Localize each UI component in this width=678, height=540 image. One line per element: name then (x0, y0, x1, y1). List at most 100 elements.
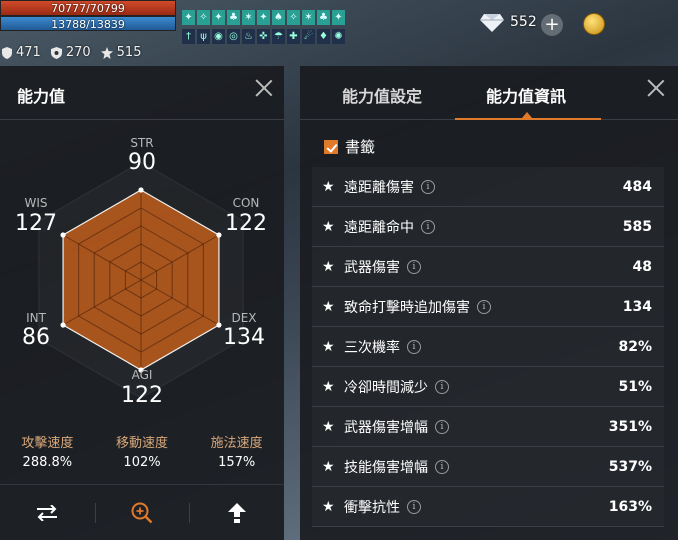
buff-icon[interactable]: ☄ (302, 29, 315, 44)
stat-value: 163% (608, 498, 652, 515)
tab-stat-settings[interactable]: 能力值設定 (342, 83, 422, 107)
stat-name: 遠距離命中 (344, 219, 414, 236)
stat-row[interactable]: ★ 遠距離傷害 i 484 (312, 167, 664, 207)
star-icon[interactable]: ★ (322, 379, 344, 395)
attr-label-str: STR (130, 136, 154, 150)
hud-stat-ac: 471 (2, 45, 41, 60)
info-icon[interactable]: i (421, 179, 435, 194)
info-icon[interactable]: i (407, 259, 421, 274)
stat-row[interactable]: ★ 致命打擊時追加傷害 i 134 (312, 287, 664, 327)
stat-row[interactable]: ★ 遠距離命中 i 585 (312, 207, 664, 247)
info-icon[interactable]: i (407, 499, 421, 514)
stats-list: ★ 遠距離傷害 i 484 ★ 遠距離命中 i 585 ★ 武器傷害 i 48 ★ 致命打擊時追加傷… (312, 167, 664, 527)
stat-row[interactable]: ★ 武器傷害增幅 i 351% (312, 407, 664, 447)
hud-stat-value: 270 (65, 45, 91, 60)
stats-panel: 能力值 STR 90 CON 122 DEX 134 AGI 122 INT 8… (0, 66, 284, 540)
buff-icon[interactable]: ♣ (227, 10, 240, 25)
tab-stat-info[interactable]: 能力值資訊 (486, 83, 566, 107)
zoom-in-icon (131, 502, 153, 523)
buff-icon[interactable]: ♠ (272, 10, 285, 25)
buff-icon[interactable]: ♦ (317, 29, 330, 44)
info-icon[interactable]: i (407, 339, 421, 354)
info-icon[interactable]: i (421, 219, 435, 234)
buff-icon[interactable]: ♨ (242, 29, 255, 44)
swap-button[interactable] (0, 485, 95, 540)
stat-value: 484 (622, 178, 652, 195)
status-bars: 70777/70799 13788/13839 (0, 0, 176, 31)
info-icon[interactable]: i (435, 419, 449, 434)
buff-row: ✦ ✧ ✦ ♣ ✶ ✦ ♠ ✧ ✶ ♣ ✦ (182, 10, 348, 27)
hp-bar: 70777/70799 (0, 0, 176, 16)
active-tab-indicator (455, 118, 601, 120)
attr-label-int: INT (26, 311, 46, 325)
stat-row[interactable]: ★ 武器傷害 i 48 (312, 247, 664, 287)
attr-label-dex: DEX (231, 311, 257, 325)
buff-icon[interactable]: ✦ (257, 10, 270, 25)
buff-icon[interactable]: ◎ (227, 29, 240, 44)
zoom-button[interactable] (94, 485, 190, 540)
stat-row[interactable]: ★ 三次機率 i 82% (312, 327, 664, 367)
buff-icon[interactable]: ✚ (287, 29, 300, 44)
buff-icon[interactable]: ✧ (197, 10, 210, 25)
star-icon[interactable]: ★ (322, 179, 344, 195)
speed-value: 288.8% (22, 455, 73, 470)
attr-label-agi: AGI (131, 368, 153, 382)
buff-icon[interactable]: ✧ (287, 10, 300, 25)
stat-value: 48 (632, 258, 652, 275)
star-icon[interactable]: ★ (322, 459, 344, 475)
upgrade-button[interactable] (189, 485, 284, 540)
hud-stat-value: 471 (16, 45, 41, 60)
buff-icon[interactable]: ✦ (182, 10, 195, 25)
star-icon[interactable]: ★ (322, 259, 344, 275)
stat-name: 武器傷害增幅 (344, 419, 428, 436)
stat-name: 三次機率 (344, 339, 400, 356)
star-icon[interactable]: ★ (322, 299, 344, 315)
hud-stat-sp: 515 (100, 45, 141, 60)
add-gems-button[interactable]: + (541, 14, 563, 36)
gold-coin-icon (583, 13, 605, 35)
hud-stat-mr: 270 (50, 45, 91, 60)
attr-label-wis: WIS (24, 196, 48, 210)
star-icon[interactable]: ★ (322, 219, 344, 235)
buff-icon[interactable]: ◉ (212, 29, 225, 44)
info-icon[interactable]: i (477, 299, 491, 314)
stat-name: 致命打擊時追加傷害 (344, 299, 470, 316)
info-icon[interactable]: i (435, 379, 449, 394)
buff-icon[interactable]: ✦ (212, 10, 225, 25)
buff-icon[interactable]: ✜ (257, 29, 270, 44)
stat-row[interactable]: ★ 技能傷害增幅 i 537% (312, 447, 664, 487)
stat-row[interactable]: ★ 衝擊抗性 i 163% (312, 487, 664, 527)
speed-label: 移動速度 (116, 436, 169, 451)
attr-value-str: 90 (128, 150, 156, 175)
buff-icon[interactable]: ✶ (242, 10, 255, 25)
stat-name: 衝擊抗性 (344, 499, 400, 516)
stat-name: 武器傷害 (344, 259, 400, 276)
buff-icon[interactable]: † (182, 29, 195, 44)
buff-icon[interactable]: ✦ (332, 10, 345, 25)
stat-value: 585 (622, 218, 652, 235)
stat-value: 351% (608, 418, 652, 435)
bookmark-toggle[interactable]: 書籤 (324, 136, 375, 157)
buff-icon[interactable]: ☂ (272, 29, 285, 44)
speed-attack: 攻擊速度 288.8% (0, 432, 95, 470)
stat-name: 遠距離傷害 (344, 179, 414, 196)
swap-arrows-icon (37, 504, 58, 521)
star-icon[interactable]: ★ (322, 419, 344, 435)
speed-cast: 施法速度 157% (189, 432, 284, 470)
buff-icon[interactable]: ✺ (332, 29, 345, 44)
star-icon[interactable]: ★ (322, 499, 344, 515)
star-icon[interactable]: ★ (322, 339, 344, 355)
shield-gear-icon (50, 46, 62, 59)
attr-value-agi: 122 (121, 383, 163, 408)
buff-icon[interactable]: ♣ (317, 10, 330, 25)
stat-row[interactable]: ★ 冷卻時間減少 i 51% (312, 367, 664, 407)
close-icon[interactable] (254, 78, 274, 98)
info-icon[interactable]: i (435, 459, 449, 474)
active-tab-caret (522, 112, 532, 118)
checkbox-checked-icon[interactable] (324, 139, 338, 154)
buff-icon[interactable]: ✶ (302, 10, 315, 25)
stat-value: 537% (608, 458, 652, 475)
buff-icon[interactable]: ψ (197, 29, 210, 44)
close-icon[interactable] (646, 78, 666, 98)
mp-text: 13788/13839 (51, 18, 125, 31)
